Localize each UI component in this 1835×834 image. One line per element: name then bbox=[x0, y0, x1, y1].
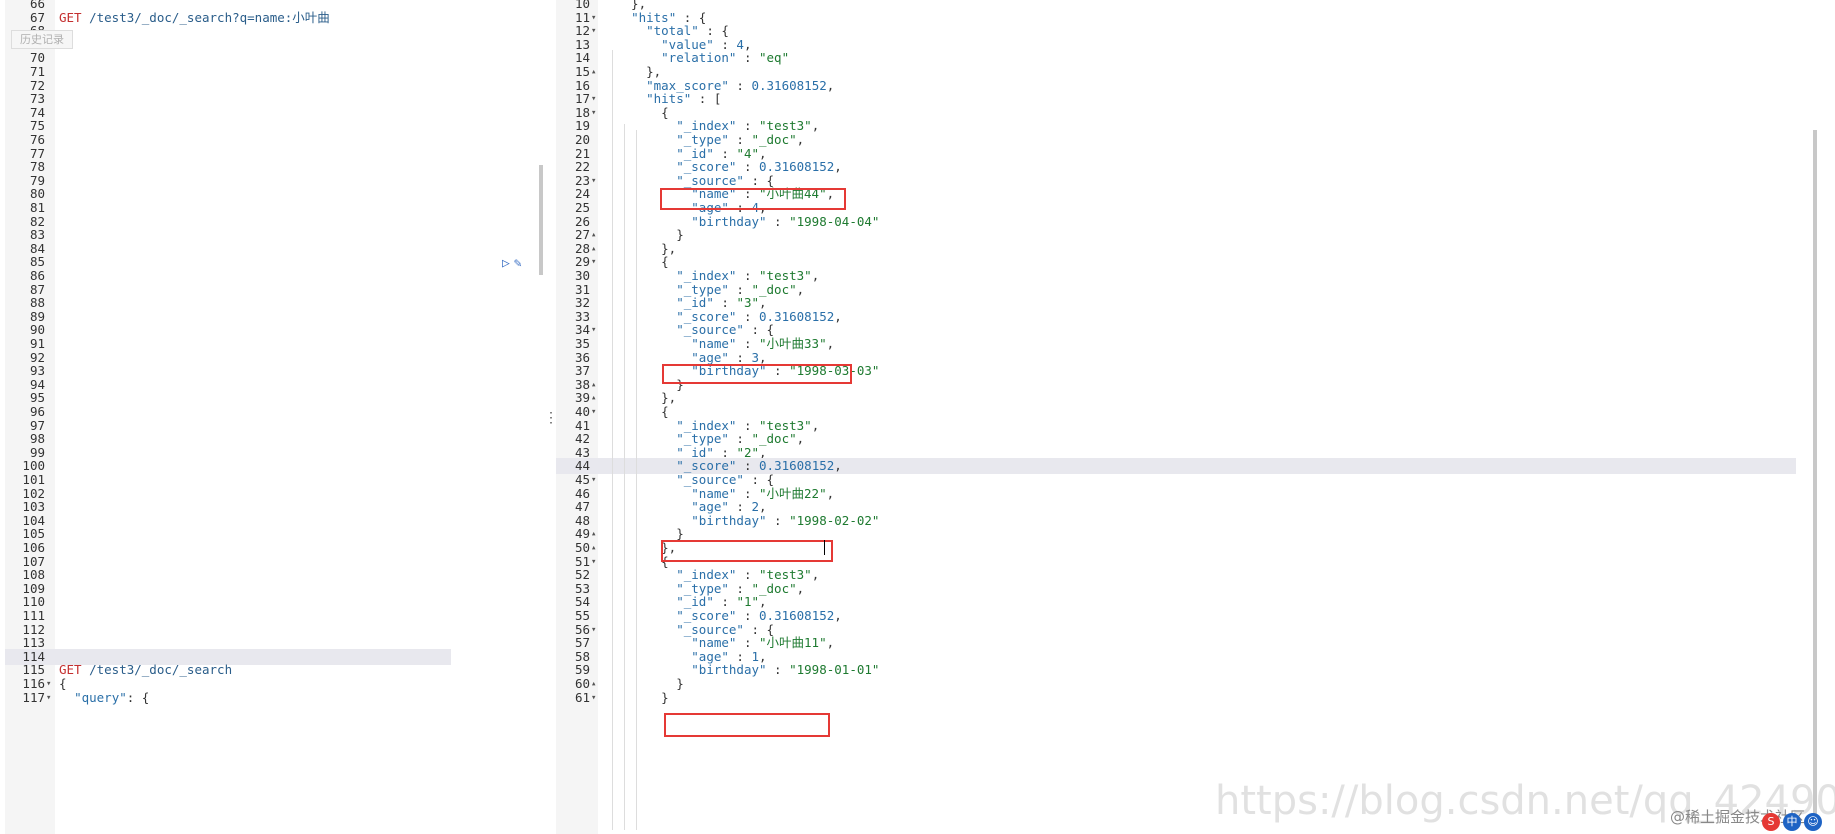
request-actions: ▷ ✎ bbox=[502, 256, 536, 274]
emoji-icon[interactable]: ☺ bbox=[1804, 813, 1822, 831]
vertical-dots-icon[interactable]: ⋮ bbox=[544, 410, 558, 426]
history-button[interactable]: 历史记录 bbox=[11, 30, 73, 49]
response-viewer-scrollbar[interactable] bbox=[1813, 130, 1817, 830]
line-number: 117 bbox=[22, 689, 45, 705]
score-highlight-box bbox=[662, 364, 852, 384]
request-editor-scrollbar[interactable] bbox=[539, 165, 543, 275]
code-token: : { bbox=[126, 689, 150, 705]
code-line[interactable]: 61 ▾ } bbox=[556, 690, 1835, 706]
wrench-icon[interactable]: ✎ bbox=[514, 256, 522, 271]
score-highlight-box bbox=[660, 188, 846, 210]
indent-guide bbox=[612, 50, 613, 830]
response-viewer[interactable]: 10 }, 11 ▾ "hits" : {12 ▾ "total" : {13 "va… bbox=[556, 0, 1835, 834]
request-editor[interactable]: 6667GET /test3/_doc/_search?q=name:小叶曲68… bbox=[5, 0, 553, 834]
sogou-icon[interactable]: S bbox=[1762, 813, 1780, 831]
fold-open-icon[interactable]: ▾ bbox=[591, 690, 596, 706]
code-token: "query" bbox=[74, 689, 127, 705]
indent-guide bbox=[624, 124, 625, 830]
code-line[interactable]: 117 ▾ "query": { bbox=[5, 690, 553, 706]
ime-icon[interactable]: 中 bbox=[1783, 813, 1801, 831]
indent-guide bbox=[636, 130, 637, 830]
taskbar-icons: S 中 ☺ bbox=[1762, 810, 1832, 832]
line-number: 61 bbox=[574, 689, 590, 705]
score-highlight-box bbox=[664, 713, 830, 737]
score-highlight-box bbox=[661, 540, 833, 562]
code-text: "query": { bbox=[59, 690, 149, 706]
fold-open-icon[interactable]: ▾ bbox=[46, 690, 51, 706]
play-icon[interactable]: ▷ bbox=[502, 256, 510, 271]
text-cursor bbox=[824, 540, 825, 555]
